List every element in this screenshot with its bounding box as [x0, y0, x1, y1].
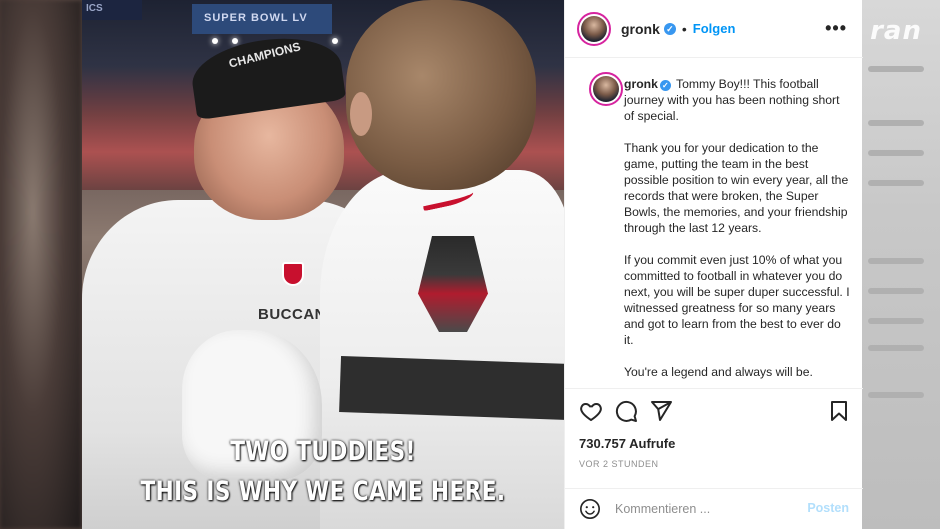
bookmark-icon[interactable] — [827, 399, 851, 423]
player-right-head — [346, 0, 536, 190]
broadcaster-logo: ran — [870, 16, 922, 46]
post-video[interactable]: ICS SUPER BOWL LV CHAMPIONS BUCCANEE TWO… — [82, 0, 564, 529]
blurred-background-right — [862, 0, 940, 529]
follow-button[interactable]: Folgen — [693, 21, 736, 36]
stadium-light — [332, 38, 338, 44]
separator-dot: • — [681, 20, 687, 37]
stadium-light — [232, 38, 238, 44]
post-timestamp[interactable]: VOR 2 STUNDEN — [579, 459, 659, 469]
comment-input[interactable] — [615, 500, 795, 518]
caption-paragraph: If you commit even just 10% of what you … — [624, 253, 850, 347]
post-caption: gronk ✓ Tommy Boy!!! This football journe… — [624, 76, 850, 380]
ghost-line — [868, 66, 924, 72]
comment-icon[interactable] — [614, 399, 638, 423]
ghost-line — [868, 392, 924, 398]
blurred-background-left — [0, 0, 82, 529]
caption-paragraph: You're a legend and always will be. — [624, 365, 813, 379]
caption-paragraph: Thank you for your dedication to the gam… — [624, 141, 849, 235]
avatar-image — [593, 76, 619, 102]
post-header: gronk ✓ • Folgen ••• — [565, 0, 863, 58]
comment-bar: Posten — [565, 488, 863, 529]
video-subtitle-line-2: THIS IS WHY WE CAME HERE. — [140, 476, 506, 507]
avatar-image — [581, 15, 607, 42]
caption-area[interactable]: gronk ✓ Tommy Boy!!! This football journe… — [565, 58, 863, 388]
caption-username[interactable]: gronk — [624, 77, 658, 91]
video-subtitle-line-1: TWO TUDDIES! — [230, 436, 416, 467]
player-right-ear — [350, 92, 372, 136]
username-link[interactable]: gronk — [621, 21, 660, 37]
nfl-shield-icon — [282, 262, 304, 286]
ghost-line — [868, 318, 924, 324]
post-comment-button[interactable]: Posten — [807, 501, 849, 515]
stadium-light — [212, 38, 218, 44]
ghost-line — [868, 180, 924, 186]
jersey-stripe — [339, 356, 564, 420]
caption-avatar[interactable] — [589, 72, 623, 106]
ghost-line — [868, 345, 924, 351]
view-count: 730.757 Aufrufe — [579, 436, 676, 451]
verified-icon: ✓ — [663, 22, 676, 35]
share-icon[interactable] — [649, 399, 673, 423]
post-actions: 730.757 Aufrufe VOR 2 STUNDEN — [565, 388, 863, 476]
ghost-line — [868, 258, 924, 264]
ghost-line — [868, 120, 924, 126]
avatar[interactable] — [577, 11, 611, 46]
post-panel: gronk ✓ • Folgen ••• gronk ✓ Tommy Boy!!!… — [564, 0, 863, 529]
ghost-line — [868, 288, 924, 294]
verified-icon: ✓ — [659, 80, 671, 91]
stadium-banner-left: ICS — [82, 0, 142, 20]
stadium-banner: SUPER BOWL LV — [192, 4, 332, 34]
more-options-icon[interactable]: ••• — [825, 18, 847, 39]
heart-icon[interactable] — [579, 399, 603, 423]
ghost-line — [868, 150, 924, 156]
emoji-icon[interactable] — [579, 498, 601, 520]
